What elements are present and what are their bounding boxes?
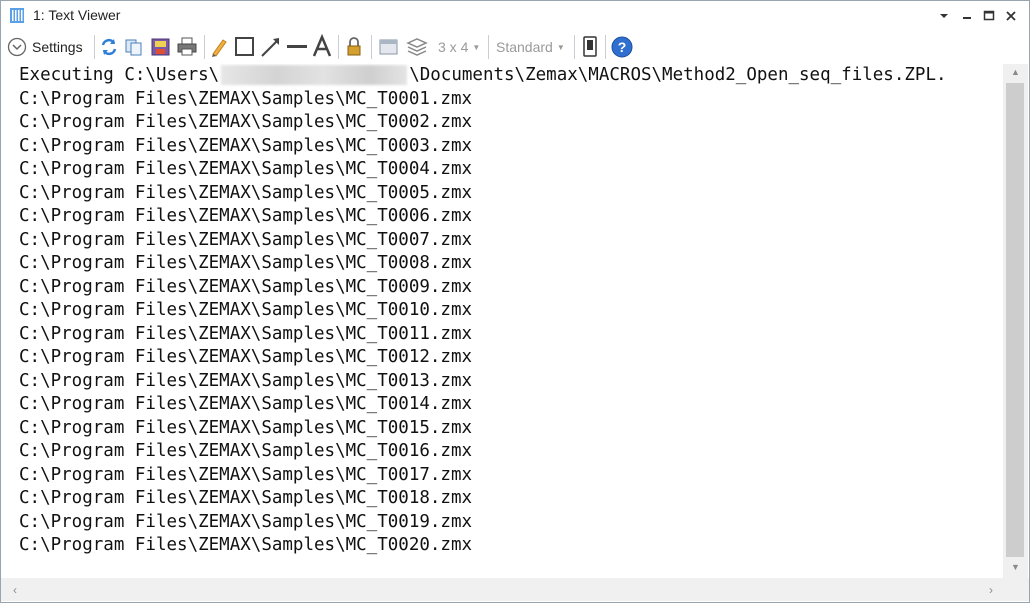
output-line: C:\Program Files\ZEMAX\Samples\MC_T0016.… — [19, 441, 473, 461]
output-line: C:\Program Files\ZEMAX\Samples\MC_T0010.… — [19, 300, 473, 320]
output-line: C:\Program Files\ZEMAX\Samples\MC_T0004.… — [19, 159, 473, 179]
text-viewer-window: 1: Text Viewer Settings 3 x 4 ▼ Standard… — [0, 0, 1030, 603]
output-line: C:\Program Files\ZEMAX\Samples\MC_T0017.… — [19, 464, 473, 485]
scroll-right-icon[interactable]: › — [989, 583, 993, 597]
svg-text:?: ? — [618, 39, 627, 55]
toolbar-divider — [371, 35, 372, 59]
window-icon[interactable] — [378, 34, 400, 60]
toolbar-divider — [94, 35, 95, 59]
help-icon[interactable]: ? — [611, 34, 633, 60]
vertical-scrollbar[interactable]: ▲ ▼ — [1003, 64, 1028, 578]
text-output-area[interactable]: Executing C:\Users\ \Documents\Zemax\MACR… — [1, 64, 1003, 578]
scroll-down-icon[interactable]: ▼ — [1011, 562, 1020, 572]
output-line: C:\Program Files\ZEMAX\Samples\MC_T0003.… — [19, 135, 473, 156]
minimize-icon[interactable] — [958, 7, 976, 25]
toolbar-divider — [204, 35, 205, 59]
caret-down-icon: ▼ — [556, 42, 565, 52]
chevron-circle-down-icon — [7, 37, 27, 57]
layers-icon[interactable] — [406, 34, 428, 60]
rectangle-icon[interactable] — [234, 34, 256, 60]
output-line: C:\Program Files\ZEMAX\Samples\MC_T0013.… — [19, 370, 473, 391]
output-line: C:\Program Files\ZEMAX\Samples\MC_T0018.… — [19, 488, 473, 508]
output-line: C:\Program Files\ZEMAX\Samples\MC_T0007.… — [19, 229, 473, 250]
copy-icon[interactable] — [124, 34, 144, 60]
settings-button[interactable]: Settings — [7, 34, 83, 60]
executing-suffix: \Documents\Zemax\MACROS\Method2_Open_seq… — [409, 65, 947, 85]
caret-down-icon: ▼ — [472, 42, 481, 52]
maximize-icon[interactable] — [980, 7, 998, 25]
toolbar-divider — [574, 35, 575, 59]
title-bar: 1: Text Viewer — [1, 1, 1029, 30]
print-icon[interactable] — [176, 34, 198, 60]
toolbar-divider — [605, 35, 606, 59]
app-icon — [10, 8, 24, 23]
vertical-scroll-thumb[interactable] — [1006, 83, 1024, 557]
output-line: C:\Program Files\ZEMAX\Samples\MC_T0008.… — [19, 253, 473, 273]
grid-size-label: 3 x 4 — [438, 39, 469, 55]
output-line: C:\Program Files\ZEMAX\Samples\MC_T0019.… — [19, 511, 473, 532]
output-line: C:\Program Files\ZEMAX\Samples\MC_T0002.… — [19, 112, 473, 132]
display-style-dropdown[interactable]: Standard ▼ — [496, 34, 565, 60]
pencil-icon[interactable] — [209, 34, 229, 60]
text-icon[interactable] — [311, 34, 333, 60]
grid-size-dropdown[interactable]: 3 x 4 ▼ — [438, 34, 480, 60]
output-line: C:\Program Files\ZEMAX\Samples\MC_T0015.… — [19, 417, 473, 438]
lock-icon[interactable] — [344, 34, 364, 60]
refresh-icon[interactable] — [99, 34, 119, 60]
output-line: C:\Program Files\ZEMAX\Samples\MC_T0006.… — [19, 206, 473, 226]
save-image-icon[interactable] — [150, 34, 172, 60]
horizontal-scrollbar[interactable]: ‹ › — [1, 578, 1029, 601]
output-line: C:\Program Files\ZEMAX\Samples\MC_T0012.… — [19, 347, 473, 367]
line-icon[interactable] — [286, 34, 308, 60]
output-line: C:\Program Files\ZEMAX\Samples\MC_T0005.… — [19, 182, 473, 203]
arrow-line-icon[interactable] — [260, 34, 282, 60]
executing-line: Executing C:\Users\ \Documents\Zemax\MACR… — [19, 64, 947, 86]
scroll-left-icon[interactable]: ‹ — [13, 583, 17, 597]
page-icon[interactable] — [580, 34, 600, 60]
output-line: C:\Program Files\ZEMAX\Samples\MC_T0014.… — [19, 394, 473, 414]
output-line: C:\Program Files\ZEMAX\Samples\MC_T0001.… — [19, 88, 473, 109]
output-line: C:\Program Files\ZEMAX\Samples\MC_T0020.… — [19, 535, 473, 555]
output-line: C:\Program Files\ZEMAX\Samples\MC_T0011.… — [19, 323, 473, 344]
scroll-up-icon[interactable]: ▲ — [1011, 67, 1020, 77]
close-icon[interactable] — [1002, 7, 1020, 25]
toolbar: Settings 3 x 4 ▼ Standard ▼ ? — [1, 32, 1029, 64]
redacted-username — [221, 65, 408, 85]
settings-label: Settings — [32, 39, 83, 55]
executing-prefix: Executing C:\Users\ — [19, 65, 220, 85]
display-style-label: Standard — [496, 39, 553, 55]
toolbar-divider — [338, 35, 339, 59]
dropdown-icon[interactable] — [935, 7, 953, 25]
window-title: 1: Text Viewer — [33, 7, 121, 23]
toolbar-divider — [488, 35, 489, 59]
output-line: C:\Program Files\ZEMAX\Samples\MC_T0009.… — [19, 276, 473, 297]
